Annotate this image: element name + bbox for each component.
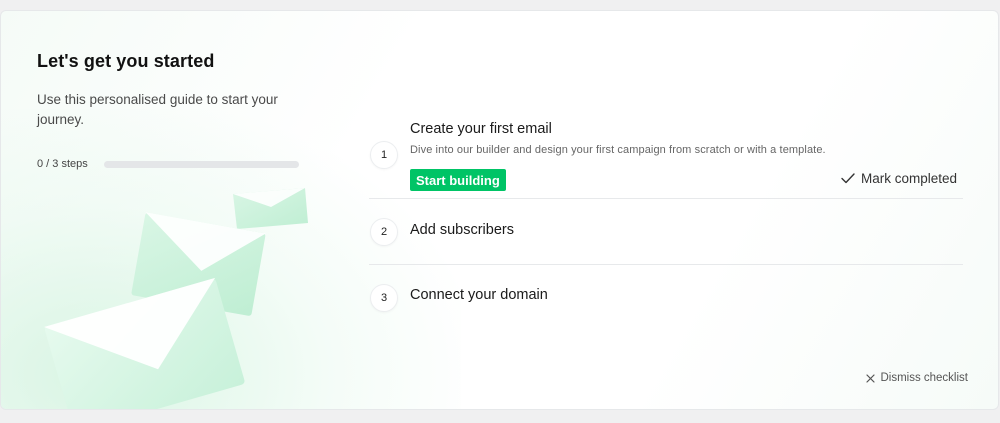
step-create-email: 1 Create your first email Dive into our … xyxy=(369,109,963,199)
step-title[interactable]: Create your first email xyxy=(410,121,552,137)
card-subtitle: Use this personalised guide to start you… xyxy=(37,92,278,127)
getting-started-card: Let's get you started Use this personali… xyxy=(0,10,999,410)
dismiss-label: Dismiss checklist xyxy=(880,372,968,384)
card-title: Let's get you started xyxy=(37,51,215,71)
step-description: Dive into our builder and design your fi… xyxy=(410,144,826,156)
step-number: 2 xyxy=(370,218,398,246)
mark-completed-button[interactable]: Mark completed xyxy=(841,171,957,186)
check-icon xyxy=(841,173,855,184)
step-number: 3 xyxy=(370,284,398,312)
step-title[interactable]: Add subscribers xyxy=(410,222,514,238)
envelope-icon xyxy=(131,212,266,316)
close-icon xyxy=(866,373,876,383)
progress-row: 0 / 3 steps xyxy=(37,158,299,170)
step-connect-domain[interactable]: 3 Connect your domain xyxy=(369,265,963,325)
start-building-button[interactable]: Start building xyxy=(410,169,506,191)
mark-completed-label: Mark completed xyxy=(860,171,957,186)
step-title[interactable]: Connect your domain xyxy=(410,287,548,303)
intro-panel: Let's get you started Use this personali… xyxy=(37,51,299,130)
dismiss-checklist-button[interactable]: Dismiss checklist xyxy=(866,372,968,384)
step-number: 1 xyxy=(370,141,398,169)
envelope-icon xyxy=(233,188,308,229)
progress-bar xyxy=(103,160,299,168)
step-add-subscribers[interactable]: 2 Add subscribers xyxy=(369,199,963,265)
steps-list: 1 Create your first email Dive into our … xyxy=(369,109,963,325)
envelope-icon xyxy=(44,277,245,409)
progress-text: 0 / 3 steps xyxy=(37,158,88,170)
